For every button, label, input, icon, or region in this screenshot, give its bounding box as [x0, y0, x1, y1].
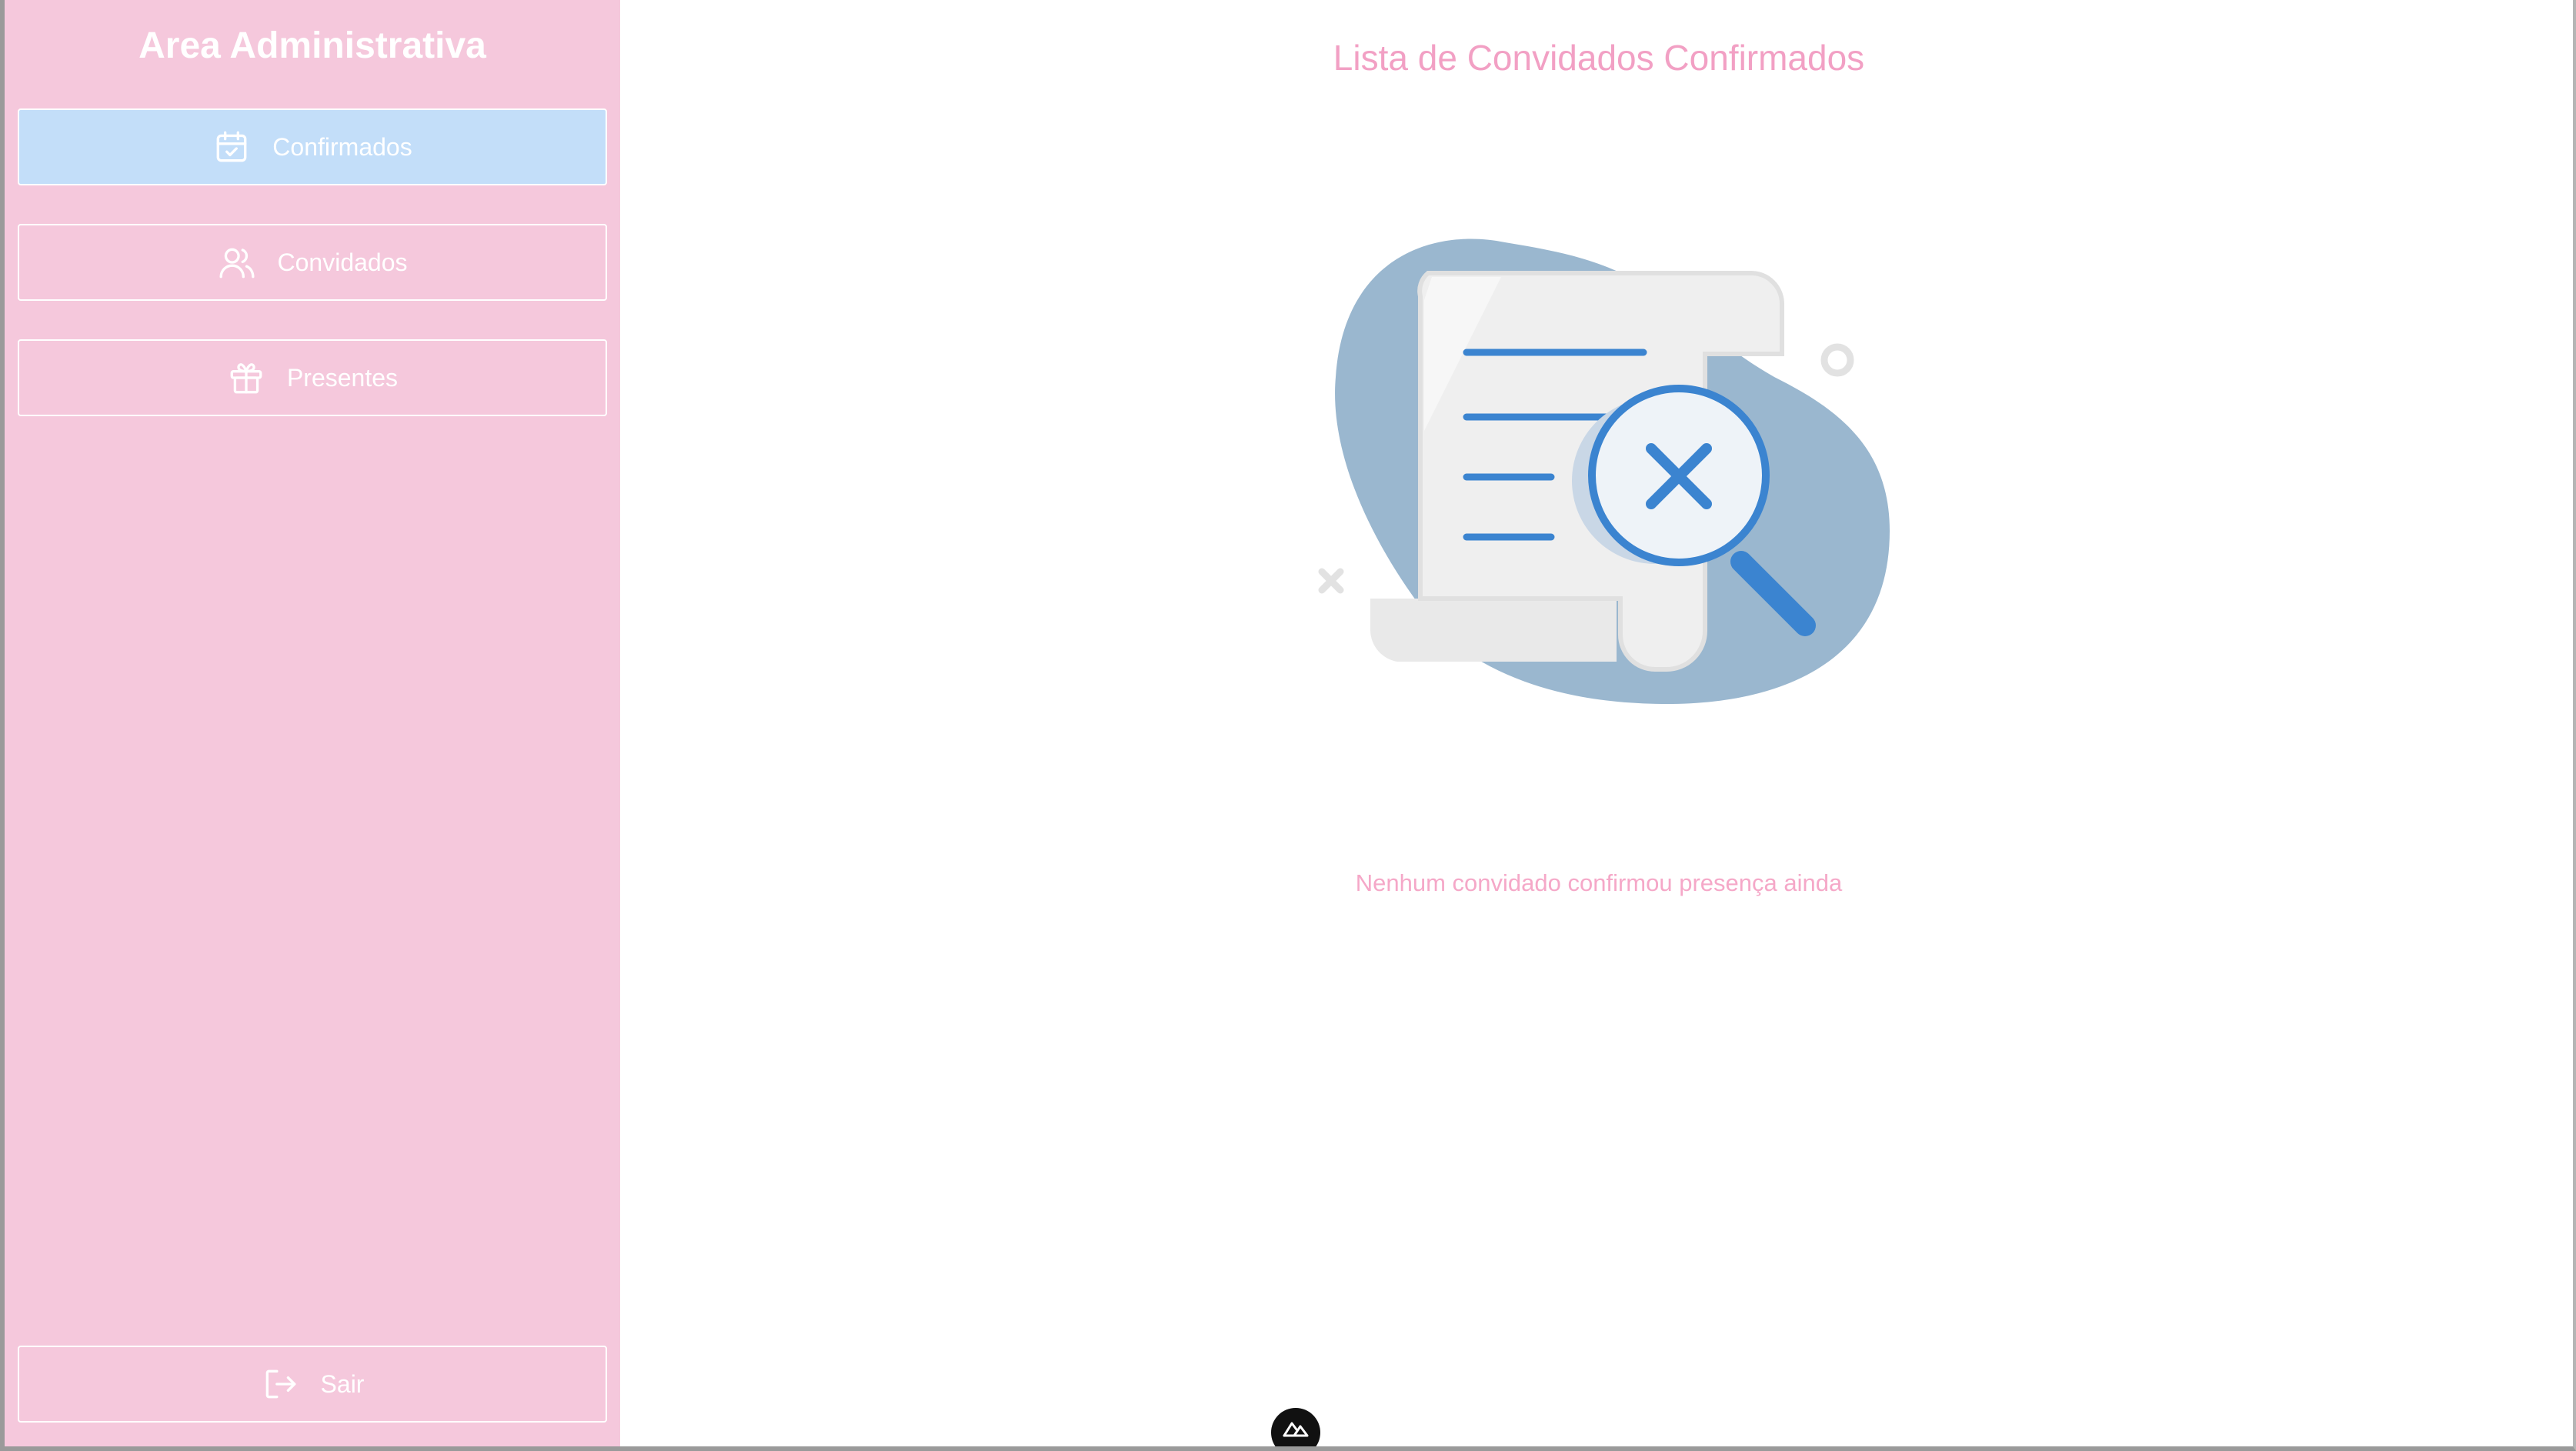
logout-button[interactable]: Sair — [18, 1346, 607, 1423]
page-title: Lista de Convidados Confirmados — [1333, 38, 1865, 78]
sidebar-item-convidados[interactable]: Convidados — [18, 224, 607, 301]
sidebar-title: Area Administrativa — [138, 25, 486, 66]
logout-label: Sair — [320, 1369, 365, 1398]
gift-icon — [227, 359, 265, 397]
empty-state-message: Nenhum convidado confirmou presença aind… — [1355, 869, 1843, 896]
calendar-check-icon — [212, 128, 251, 166]
sidebar: Area Administrativa Confirmados Convidad… — [5, 0, 620, 1446]
nuxt-devtools-button[interactable] — [1271, 1408, 1320, 1446]
sidebar-item-label: Convidados — [277, 248, 408, 276]
app-window: Area Administrativa Confirmados Convidad… — [0, 0, 2576, 1451]
sidebar-item-presentes[interactable]: Presentes — [18, 339, 607, 416]
sidebar-item-label: Presentes — [286, 363, 399, 392]
sidebar-item-label: Confirmados — [272, 132, 412, 161]
nuxt-logo-icon — [1283, 1422, 1309, 1437]
users-icon — [218, 243, 256, 282]
logout-icon — [261, 1365, 299, 1403]
sidebar-item-confirmados[interactable]: Confirmados — [18, 108, 607, 185]
empty-search-illustration — [1318, 238, 1890, 704]
